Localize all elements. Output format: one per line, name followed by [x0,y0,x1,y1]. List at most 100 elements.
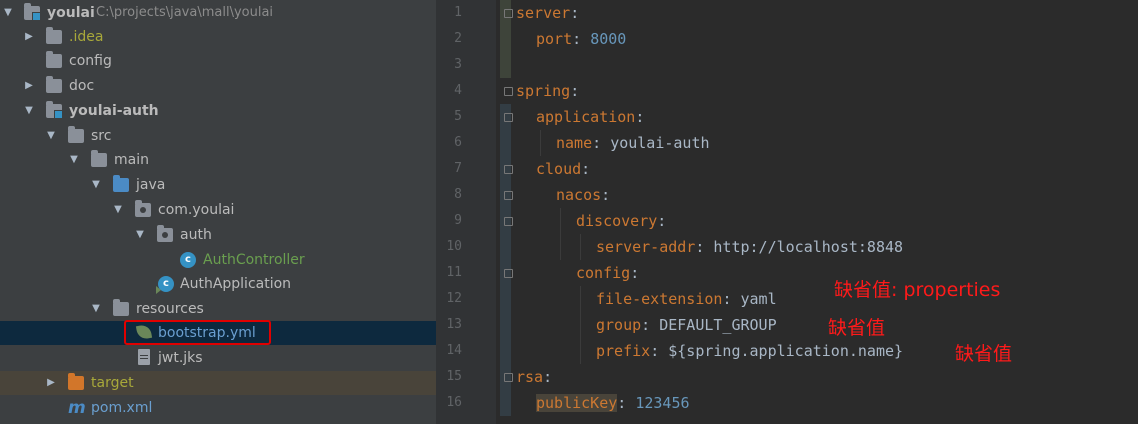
tree-node-idea[interactable]: ▶ .idea [0,25,436,49]
project-tree-panel: ▼ youlai C:\projects\java\mall\youlai ▶ … [0,0,436,424]
yaml-separator: : [601,186,611,204]
folder-icon [46,76,62,93]
tree-node-resources[interactable]: ▼ resources [0,297,436,321]
main-class-icon: c [156,276,174,294]
yaml-key: discovery [576,212,658,230]
tree-label-target: target [91,375,134,391]
yaml-key: cloud [536,160,582,178]
code-line: server-addr: http://localhost:8848 [596,234,903,260]
annotation-group: 缺省值 [828,317,886,339]
package-icon [135,200,151,217]
tree-node-root[interactable]: ▼ youlai C:\projects\java\mall\youlai [0,1,436,25]
file-icon [138,349,150,365]
tree-node-subpackage[interactable]: ▼ auth [0,223,436,247]
annotation-prefix: 缺省值 [955,343,1013,365]
tree-label-application: AuthApplication [180,276,292,292]
expand-arrow-icon[interactable]: ▼ [68,148,80,172]
code-line: name: youlai-auth [556,130,710,156]
package-icon [157,225,173,242]
yaml-key: publicKey [536,394,618,412]
tree-node-package[interactable]: ▼ com.youlai [0,198,436,222]
line-number: 1 [454,5,462,20]
fold-toggle-icon[interactable] [504,217,513,226]
collapse-arrow-icon[interactable]: ▶ [23,74,35,98]
tree-node-java[interactable]: ▼ java [0,173,436,197]
fold-toggle-icon[interactable] [504,191,513,200]
change-marker [500,104,511,416]
expand-arrow-icon[interactable]: ▼ [90,297,102,321]
tree-node-jwt-jks[interactable]: jwt.jks [0,346,436,370]
fold-toggle-icon[interactable] [504,165,513,174]
yaml-separator: : [592,134,611,152]
yaml-separator: : [543,368,553,386]
module-folder-icon [46,101,63,119]
expand-arrow-icon[interactable]: ▼ [2,1,14,25]
annotation-file-extension: 缺省值: properties [834,279,1001,301]
tree-label-module: youlai-auth [69,103,159,119]
expand-arrow-icon[interactable]: ▼ [112,198,124,222]
yaml-value: youlai-auth [610,134,710,152]
line-number: 13 [446,317,462,332]
expand-arrow-icon[interactable]: ▼ [134,223,146,247]
code-line: port: 8000 [536,26,626,52]
yaml-key: port [536,30,573,48]
fold-toggle-icon[interactable] [504,9,513,18]
indent-guide [560,208,561,260]
yaml-value: DEFAULT_GROUP [659,316,777,334]
module-folder-icon [24,3,41,21]
indent-guide [580,286,581,364]
yaml-separator: : [650,342,669,360]
fold-toggle-icon[interactable] [504,373,513,382]
tree-node-pom[interactable]: m pom.xml [0,396,436,420]
tree-label-controller: AuthController [203,252,305,268]
collapse-arrow-icon[interactable]: ▶ [45,371,57,395]
indent-guide [540,130,541,156]
tree-label-jks: jwt.jks [158,350,203,366]
fold-toggle-icon[interactable] [504,113,513,122]
expand-arrow-icon[interactable]: ▼ [45,124,57,148]
tree-label-java: java [136,177,166,193]
line-number: 3 [454,57,462,72]
line-number: 15 [446,369,462,384]
yaml-key: server-addr [596,238,696,256]
yaml-separator: : [570,4,580,22]
tree-node-config[interactable]: config [0,49,436,73]
expand-arrow-icon[interactable]: ▼ [23,99,35,123]
tree-node-doc[interactable]: ▶ doc [0,74,436,98]
tree-node-controller[interactable]: c AuthController [0,248,436,272]
yaml-separator: : [695,238,714,256]
folder-icon [46,27,62,44]
code-line: spring: [516,78,579,104]
code-line: file-extension: yaml [596,286,777,312]
indent-guide [580,234,581,260]
yaml-key: nacos [556,186,602,204]
line-number: 2 [454,31,462,46]
yaml-key: rsa [516,368,544,386]
tree-node-target[interactable]: ▶ target [0,371,436,395]
yaml-separator: : [570,82,580,100]
yaml-separator: : [635,108,645,126]
code-editor[interactable]: server: port: 8000 spring: application: name… [496,0,1138,424]
code-line: prefix: ${spring.application.name} [596,338,903,364]
yaml-separator: : [630,264,640,282]
fold-toggle-icon[interactable] [504,269,513,278]
expand-arrow-icon[interactable]: ▼ [90,173,102,197]
line-number: 9 [454,213,462,228]
line-number: 12 [446,291,462,306]
code-line: cloud: [536,156,590,182]
tree-node-module[interactable]: ▼ youlai-auth [0,99,436,123]
tree-label-idea: .idea [69,29,104,45]
collapse-arrow-icon[interactable]: ▶ [23,25,35,49]
tree-node-src[interactable]: ▼ src [0,124,436,148]
yaml-key: file-extension [596,290,723,308]
class-icon: c [180,252,196,268]
tree-label-resources: resources [136,301,204,317]
code-line: application: [536,104,644,130]
tree-node-application[interactable]: c AuthApplication [0,272,436,296]
source-folder-icon [113,175,129,192]
fold-toggle-icon[interactable] [504,87,513,96]
tree-node-main[interactable]: ▼ main [0,148,436,172]
code-line: publicKey: 123456 [536,390,690,416]
yaml-key: name [556,134,593,152]
yaml-value: 8000 [590,30,627,48]
